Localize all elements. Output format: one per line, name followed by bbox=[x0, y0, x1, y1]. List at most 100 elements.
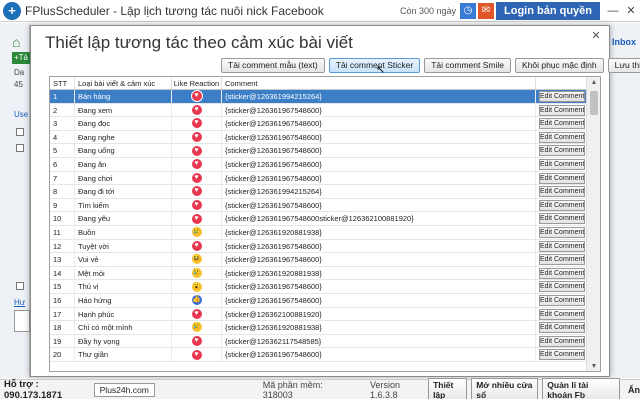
love-reaction-icon[interactable]: ♥ bbox=[191, 186, 202, 197]
row-like-reaction[interactable]: ♥ bbox=[172, 198, 222, 212]
table-row[interactable]: 2 Đang xem ♥ {sticker@126361967548600} Edit … bbox=[50, 103, 587, 118]
row-like-reaction[interactable]: ♥ bbox=[172, 130, 222, 144]
home-icon[interactable]: ⌂ bbox=[12, 34, 28, 50]
background-checkbox-2[interactable] bbox=[16, 144, 24, 152]
table-row[interactable]: 11 Buồn 😢 {sticker@126361920881938} Edit Com… bbox=[50, 225, 587, 240]
sad-reaction-icon[interactable]: 😢 bbox=[191, 322, 202, 333]
row-like-reaction[interactable]: ♥ bbox=[172, 171, 222, 185]
love-reaction-icon[interactable]: ♥ bbox=[191, 145, 202, 156]
table-row[interactable]: 16 Háo hứng 👍 {sticker@126361967548600} Edit… bbox=[50, 293, 587, 308]
edit-comment-button[interactable]: Edit Comment bbox=[539, 267, 585, 279]
manage-fb-accounts-button[interactable]: Quản lí tài khoản Fb bbox=[542, 377, 621, 399]
background-textbox[interactable] bbox=[14, 310, 30, 332]
love-reaction-icon[interactable]: ♥ bbox=[191, 118, 202, 129]
love-reaction-icon[interactable]: ♥ bbox=[191, 91, 202, 102]
edit-comment-button[interactable]: Edit Comment bbox=[539, 131, 585, 143]
hide-button[interactable]: Ẩn bbox=[628, 385, 640, 395]
edit-comment-button[interactable]: Edit Comment bbox=[539, 118, 585, 130]
background-link[interactable]: Hư bbox=[14, 298, 25, 307]
close-window-icon[interactable]: ✕ bbox=[622, 0, 640, 22]
love-reaction-icon[interactable]: ♥ bbox=[191, 349, 202, 360]
scroll-up-icon[interactable]: ▲ bbox=[587, 77, 600, 89]
table-row[interactable]: 13 Vui vẻ 😆 {sticker@126361967548600} Edit C… bbox=[50, 253, 587, 267]
row-like-reaction[interactable]: ♥ bbox=[172, 103, 222, 117]
clock-icon[interactable]: ◷ bbox=[460, 3, 476, 19]
load-text-comment-button[interactable]: Tải comment mẫu (text) bbox=[221, 58, 325, 73]
row-like-reaction[interactable]: ♥ bbox=[172, 334, 222, 348]
haha-reaction-icon[interactable]: 😆 bbox=[191, 254, 202, 265]
edit-comment-button[interactable]: Edit Comment bbox=[539, 213, 585, 225]
sad-reaction-icon[interactable]: 😢 bbox=[191, 268, 202, 279]
website-button[interactable]: Plus24h.com bbox=[93, 382, 155, 397]
table-row[interactable]: 17 Hạnh phúc ♥ {sticker@126362100881920} Edi… bbox=[50, 307, 587, 322]
table-row[interactable]: 20 Thư giãn ♥ {sticker@126361967548600} Edit… bbox=[50, 348, 587, 362]
save-settings-button[interactable]: Lưu thiết lập bbox=[607, 58, 640, 73]
edit-comment-button[interactable]: Edit Comment bbox=[539, 91, 585, 102]
row-like-reaction[interactable]: ♥ bbox=[172, 117, 222, 130]
row-like-reaction[interactable]: 👍 bbox=[172, 293, 222, 307]
restore-default-button[interactable]: Khôi phục mặc định bbox=[514, 58, 604, 73]
load-smile-comment-button[interactable]: Tải comment Smile bbox=[424, 58, 511, 73]
edit-comment-button[interactable]: Edit Comment bbox=[539, 349, 585, 361]
table-row[interactable]: 1 Bán hàng ♥ {sticker@126361994215264} Edit … bbox=[50, 90, 587, 104]
table-row[interactable]: 7 Đang chơi ♥ {sticker@126361967548600} Edit… bbox=[50, 171, 587, 186]
love-reaction-icon[interactable]: ♥ bbox=[191, 172, 202, 183]
row-like-reaction[interactable]: ♥ bbox=[172, 307, 222, 321]
row-like-reaction[interactable]: 😢 bbox=[172, 225, 222, 239]
row-like-reaction[interactable]: ♥ bbox=[172, 90, 222, 103]
column-header-category[interactable]: Loại bài viết & cảm xúc bbox=[75, 77, 172, 89]
row-like-reaction[interactable]: 😢 bbox=[172, 321, 222, 334]
table-scrollbar[interactable]: ▲ ▼ bbox=[586, 77, 600, 371]
wow-reaction-icon[interactable]: 😮 bbox=[191, 281, 202, 292]
row-like-reaction[interactable]: ♥ bbox=[172, 348, 222, 361]
edit-comment-button[interactable]: Edit Comment bbox=[539, 335, 585, 347]
table-row[interactable]: 6 Đang ăn ♥ {sticker@126361967548600} Edit C… bbox=[50, 157, 587, 172]
row-like-reaction[interactable]: 😢 bbox=[172, 266, 222, 280]
table-row[interactable]: 14 Mệt mỏi 😢 {sticker@126361920881938} Edit … bbox=[50, 266, 587, 281]
row-like-reaction[interactable]: ♥ bbox=[172, 157, 222, 171]
minimize-icon[interactable]: — bbox=[604, 0, 622, 22]
column-header-comment[interactable]: Comment bbox=[222, 77, 536, 89]
scroll-thumb[interactable] bbox=[590, 91, 598, 115]
column-header-like-reaction[interactable]: Like Reaction bbox=[172, 77, 222, 89]
row-like-reaction[interactable]: ♥ bbox=[172, 144, 222, 157]
row-like-reaction[interactable]: ♥ bbox=[172, 212, 222, 225]
edit-comment-button[interactable]: Edit Comment bbox=[539, 172, 585, 184]
column-header-stt[interactable]: STT bbox=[50, 77, 75, 89]
edit-comment-button[interactable]: Edit Comment bbox=[539, 308, 585, 320]
edit-comment-button[interactable]: Edit Comment bbox=[539, 199, 585, 211]
table-row[interactable]: 9 Tìm kiếm ♥ {sticker@126361967548600} Edit … bbox=[50, 198, 587, 213]
edit-comment-button[interactable]: Edit Comment bbox=[539, 104, 585, 116]
table-row[interactable]: 15 Thú vị 😮 {sticker@126361967548600} Edit C… bbox=[50, 280, 587, 294]
edit-comment-button[interactable]: Edit Comment bbox=[539, 294, 585, 306]
edit-comment-button[interactable]: Edit Comment bbox=[539, 145, 585, 157]
table-row[interactable]: 12 Tuyệt vời ♥ {sticker@126361967548600} Edi… bbox=[50, 239, 587, 254]
sad-reaction-icon[interactable]: 😢 bbox=[191, 227, 202, 238]
edit-comment-button[interactable]: Edit Comment bbox=[539, 186, 585, 198]
love-reaction-icon[interactable]: ♥ bbox=[191, 335, 202, 346]
edit-comment-button[interactable]: Edit Comment bbox=[539, 322, 585, 334]
background-checkbox-3[interactable] bbox=[16, 282, 24, 290]
love-reaction-icon[interactable]: ♥ bbox=[191, 240, 202, 251]
edit-comment-button[interactable]: Edit Comment bbox=[539, 281, 585, 293]
table-row[interactable]: 19 Đầy hy vọng ♥ {sticker@126362117548585} E… bbox=[50, 334, 587, 349]
table-row[interactable]: 10 Đang yêu ♥ {sticker@126361967548600stick… bbox=[50, 212, 587, 226]
inbox-label[interactable]: Inbox bbox=[612, 37, 636, 47]
love-reaction-icon[interactable]: ♥ bbox=[191, 104, 202, 115]
setup-button[interactable]: Thiết lập bbox=[428, 377, 468, 399]
background-checkbox-1[interactable] bbox=[16, 128, 24, 136]
row-like-reaction[interactable]: 😆 bbox=[172, 253, 222, 266]
table-row[interactable]: 3 Đang đọc ♥ {sticker@126361967548600} Edit … bbox=[50, 117, 587, 131]
table-row[interactable]: 8 Đang đi tới ♥ {sticker@126361994215264} Ed… bbox=[50, 185, 587, 199]
edit-comment-button[interactable]: Edit Comment bbox=[539, 158, 585, 170]
love-reaction-icon[interactable]: ♥ bbox=[191, 200, 202, 211]
alert-icon[interactable]: ✉ bbox=[478, 3, 494, 19]
like-reaction-icon[interactable]: 👍 bbox=[191, 295, 202, 306]
table-row[interactable]: 5 Đang uống ♥ {sticker@126361967548600} Edit… bbox=[50, 144, 587, 158]
edit-comment-button[interactable]: Edit Comment bbox=[539, 240, 585, 252]
close-icon[interactable]: ✕ bbox=[589, 29, 603, 43]
row-like-reaction[interactable]: 😮 bbox=[172, 280, 222, 293]
open-multiple-windows-button[interactable]: Mở nhiều cửa sổ bbox=[471, 377, 539, 399]
edit-comment-button[interactable]: Edit Comment bbox=[539, 254, 585, 266]
table-row[interactable]: 4 Đang nghe ♥ {sticker@126361967548600} Edit… bbox=[50, 130, 587, 145]
